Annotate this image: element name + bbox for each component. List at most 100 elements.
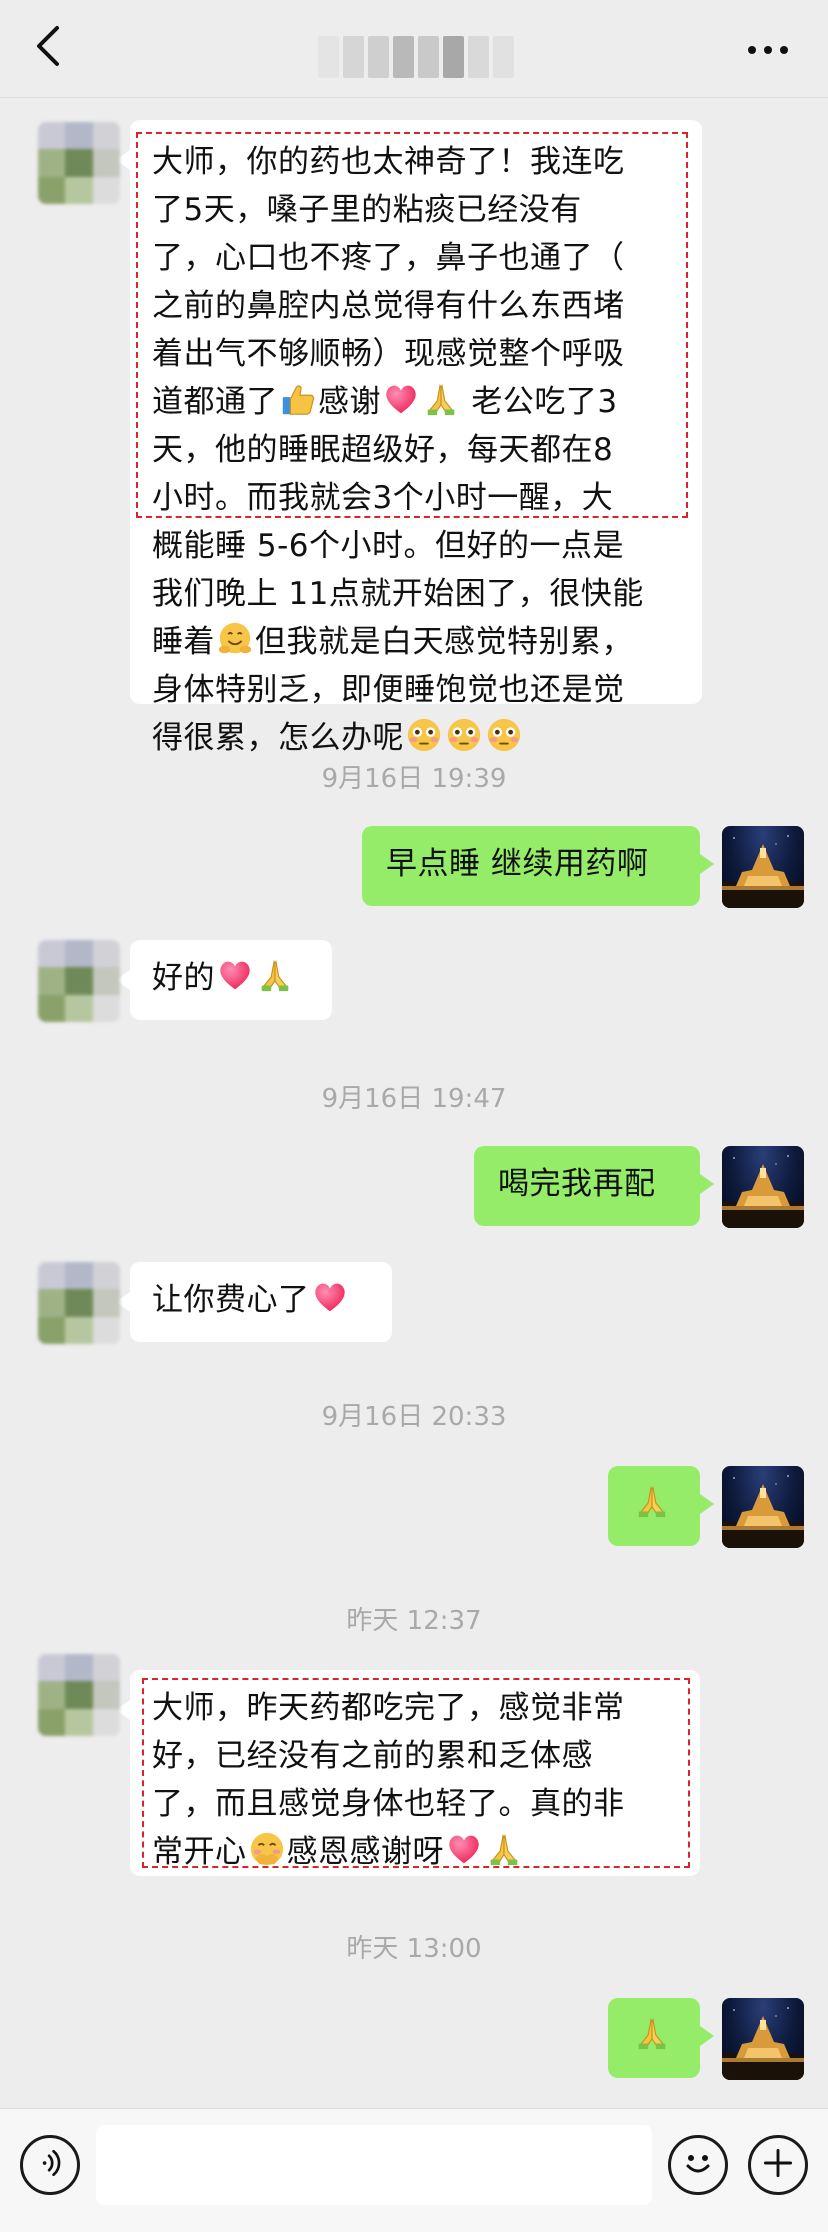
emoji-button[interactable] — [668, 2135, 728, 2195]
outgoing-message-bubble[interactable] — [608, 1998, 714, 2078]
message-line: 概能睡 5-6个小时。但好的一点是 — [152, 528, 624, 564]
pray-emoji-icon — [633, 2014, 671, 2052]
message-line: 身体特别乏，即便睡饱觉也还是觉 — [152, 672, 625, 708]
pray-emoji-icon — [633, 1482, 671, 1520]
outgoing-message-bubble[interactable]: 喝完我再配 — [474, 1146, 714, 1226]
outgoing-message-bubble[interactable] — [608, 1466, 714, 1546]
message-line: 睡着 但我就是白天感觉特别累， — [152, 618, 680, 666]
pray-emoji-icon — [256, 956, 294, 994]
message-timestamp: 9月16日 20:33 — [321, 1402, 507, 1432]
my-avatar[interactable] — [722, 1998, 804, 2080]
message-timestamp: 9月16日 19:39 — [321, 764, 507, 794]
title-blur-block — [318, 36, 339, 78]
avatar-blur-cell — [92, 940, 120, 968]
message-input[interactable] — [96, 2125, 652, 2205]
message-line: 道都通了 感谢 老公吃了3 — [152, 378, 680, 426]
hug-emoji-icon — [216, 620, 254, 658]
avatar-blur-cell — [38, 1262, 66, 1290]
avatar-blur-cell — [65, 1262, 93, 1290]
incoming-message-bubble[interactable]: 大师，你的药也太神奇了！我连吃 了5天，嗓子里的粘痰已经没有 了，心口也不疼了，鼻子… — [116, 120, 702, 756]
outgoing-message-bubble[interactable]: 早点睡 继续用药啊 — [362, 826, 714, 906]
message-line: 了，心口也不疼了，鼻子也通了（ — [152, 240, 625, 276]
avatar-blur-cell — [65, 940, 93, 968]
plus-icon — [760, 2145, 796, 2185]
plus-button[interactable] — [748, 2135, 808, 2195]
my-avatar[interactable] — [722, 1146, 804, 1228]
thumbs-up-emoji-icon — [279, 380, 317, 418]
avatar-blur-cell — [38, 1708, 66, 1736]
message-line: 大师，你的药也太神奇了！我连吃 — [152, 144, 625, 180]
contact-avatar[interactable] — [38, 940, 120, 1022]
avatar-blur-cell — [92, 1708, 120, 1736]
voice-button[interactable] — [20, 2135, 80, 2195]
title-blur-block — [493, 36, 514, 78]
flushed-emoji-icon — [485, 716, 523, 754]
incoming-message-bubble[interactable]: 大师，昨天药都吃完了，感觉非常 好，已经没有之前的累和乏体感 了，而且感觉身体也轻了… — [116, 1670, 700, 1876]
avatar-blur-cell — [65, 1654, 93, 1682]
message-line: 了，而且感觉身体也轻了。真的非 — [152, 1786, 625, 1822]
message-line: 好，已经没有之前的累和乏体感 — [152, 1738, 593, 1774]
avatar-blur-cell — [92, 967, 120, 995]
avatar-blur-cell — [65, 1681, 93, 1709]
shy-emoji-icon — [248, 1830, 286, 1868]
avatar-blur-cell — [65, 149, 93, 177]
avatar-blur-cell — [65, 1316, 93, 1344]
avatar-blur-cell — [65, 994, 93, 1022]
message-line: 天，他的睡眠超级好，每天都在8 — [152, 432, 614, 468]
avatar-blur-cell — [38, 122, 66, 150]
avatar-blur-cell — [38, 149, 66, 177]
avatar-blur-cell — [92, 1262, 120, 1290]
input-bar — [0, 2108, 828, 2232]
contact-avatar[interactable] — [38, 1262, 120, 1344]
title-blur-block — [468, 36, 489, 78]
avatar-blur-cell — [38, 1654, 66, 1682]
avatar-blur-cell — [38, 967, 66, 995]
title-blur-block — [343, 36, 364, 78]
more-dots-icon — [748, 46, 788, 54]
avatar-blur-cell — [38, 1289, 66, 1317]
avatar-blur-cell — [38, 940, 66, 968]
avatar-blur-cell — [92, 1681, 120, 1709]
avatar-blur-cell — [92, 1289, 120, 1317]
title-blur-block — [418, 36, 439, 78]
more-button[interactable] — [738, 30, 798, 70]
contact-avatar[interactable] — [38, 122, 120, 204]
incoming-message-bubble[interactable]: 让你费心了 — [116, 1262, 392, 1342]
avatar-blur-cell — [38, 1681, 66, 1709]
my-avatar[interactable] — [722, 826, 804, 908]
incoming-message-bubble[interactable]: 好的 — [116, 940, 332, 1020]
chat-title-blurred — [318, 36, 514, 78]
avatar-blur-cell — [92, 122, 120, 150]
avatar-blur-cell — [65, 1708, 93, 1736]
avatar-blur-cell — [38, 176, 66, 204]
message-text: 早点睡 继续用药啊 — [386, 846, 649, 882]
contact-avatar[interactable] — [38, 1654, 120, 1736]
avatar-blur-cell — [65, 1289, 93, 1317]
heart-emoji-icon — [382, 380, 420, 418]
pray-emoji-icon — [422, 380, 460, 418]
heart-emoji-icon — [311, 1278, 349, 1316]
avatar-blur-cell — [65, 176, 93, 204]
voice-icon — [32, 2145, 68, 2185]
flushed-emoji-icon — [445, 716, 483, 754]
message-text — [632, 2012, 676, 2060]
pray-emoji-icon — [485, 1830, 523, 1868]
avatar-blur-cell — [65, 967, 93, 995]
message-line: 大师，昨天药都吃完了，感觉非常 — [152, 1690, 625, 1726]
message-text — [632, 1480, 676, 1528]
message-line: 我们晚上 11点就开始困了，很快能 — [152, 576, 644, 612]
emoji-smile-icon — [678, 2143, 718, 2187]
message-text: 喝完我再配 — [498, 1166, 656, 1202]
message-line: 小时。而我就会3个小时一醒，大 — [152, 480, 614, 516]
avatar-blur-cell — [65, 122, 93, 150]
back-button[interactable] — [22, 22, 72, 74]
heart-emoji-icon — [445, 1830, 483, 1868]
my-avatar[interactable] — [722, 1466, 804, 1548]
avatar-blur-cell — [92, 1316, 120, 1344]
avatar-blur-cell — [38, 1316, 66, 1344]
message-text: 让你费心了 — [152, 1276, 370, 1324]
avatar-blur-cell — [92, 149, 120, 177]
chevron-left-icon — [33, 24, 61, 72]
title-blur-block — [393, 36, 414, 78]
avatar-blur-cell — [92, 994, 120, 1022]
